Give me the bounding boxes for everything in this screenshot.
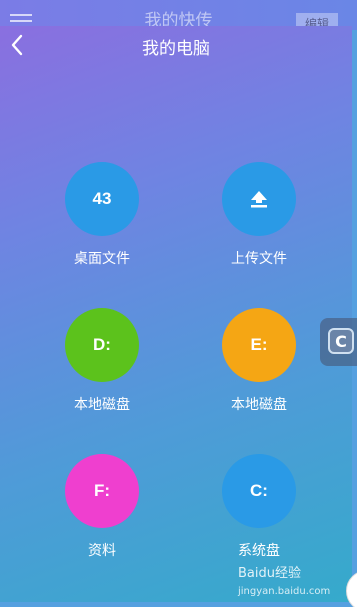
panel-header: 我的电脑 (0, 26, 352, 64)
drive-d-letter: D: (93, 335, 111, 354)
tile-label: 桌面文件 (74, 251, 130, 267)
my-computer-panel: 我的电脑 43 桌面文件 上传文件 D: 本地磁盘 E: 本地磁盘 F: 资料 … (0, 26, 352, 602)
floating-side-handle[interactable]: C (320, 318, 357, 366)
tile-drive-f[interactable]: F: 资料 (47, 454, 157, 560)
drive-f-circle: F: (65, 454, 139, 528)
panel-title: 我的电脑 (142, 39, 210, 59)
tile-desktop-files[interactable]: 43 桌面文件 (47, 162, 157, 268)
drive-f-letter: F: (93, 481, 111, 500)
app-shortcut-glyph: C (335, 331, 347, 351)
screen: 我的快传 编辑 我的电脑 43 桌面文件 上传文件 D: 本地磁盘 E: 本地磁… (0, 0, 357, 607)
watermark-url: jingyan.baidu.com (238, 586, 331, 597)
tile-label: 上传文件 (231, 251, 287, 267)
drive-c-circle: C: (222, 454, 296, 528)
tile-label: 系统盘 (238, 543, 280, 559)
drive-d-circle: D: (65, 308, 139, 382)
desktop-files-circle: 43 (65, 162, 139, 236)
tile-upload-files[interactable]: 上传文件 (204, 162, 314, 268)
tile-drive-c[interactable]: C: 系统盘 (204, 454, 314, 560)
desktop-files-count: 43 (92, 189, 112, 208)
tile-label: 本地磁盘 (231, 397, 287, 413)
upload-icon (251, 191, 267, 208)
upload-files-circle (222, 162, 296, 236)
watermark-logo: Baidu经验 (238, 566, 301, 581)
app-shortcut-icon: C (328, 328, 354, 354)
tile-drive-e[interactable]: E: 本地磁盘 (204, 308, 314, 414)
drive-e-circle: E: (222, 308, 296, 382)
drive-c-letter: C: (250, 481, 268, 500)
tile-label: 资料 (88, 543, 116, 559)
tile-drive-d[interactable]: D: 本地磁盘 (47, 308, 157, 414)
tile-label: 本地磁盘 (74, 397, 130, 413)
drive-e-letter: E: (250, 335, 268, 354)
